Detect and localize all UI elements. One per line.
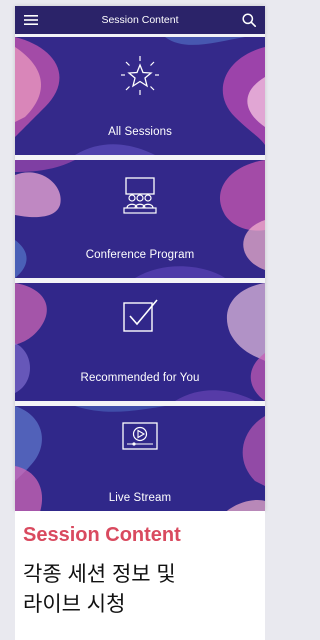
- phone-frame: Session Content All Sessions Conference …: [0, 0, 271, 640]
- conference-program-tile[interactable]: Conference Program: [15, 160, 265, 278]
- star-burst-icon: [121, 56, 159, 95]
- caption-heading: Session Content: [23, 524, 181, 546]
- video-player-icon: [122, 422, 158, 450]
- live-stream-label: Live Stream: [108, 492, 172, 504]
- audience-presentation-icon: [123, 177, 157, 214]
- search-icon[interactable]: [241, 12, 257, 28]
- caption-description: 각종 세션 정보 및 라이브 시청: [23, 563, 176, 616]
- recommended-label: Recommended for You: [80, 372, 200, 384]
- all-sessions-tile[interactable]: All Sessions: [15, 37, 265, 155]
- page-title: Session Content: [101, 14, 179, 26]
- feature-caption: Session Content 각종 세션 정보 및 라이브 시청: [15, 511, 265, 640]
- top-app-bar: Session Content: [15, 6, 265, 34]
- app-screen: Session Content All Sessions Conference …: [15, 6, 265, 511]
- checkbox-check-icon: [123, 299, 158, 332]
- conference-program-label: Conference Program: [85, 249, 195, 261]
- recommended-tile[interactable]: Recommended for You: [15, 283, 265, 401]
- all-sessions-label: All Sessions: [108, 126, 172, 138]
- live-stream-tile[interactable]: Live Stream: [15, 406, 265, 511]
